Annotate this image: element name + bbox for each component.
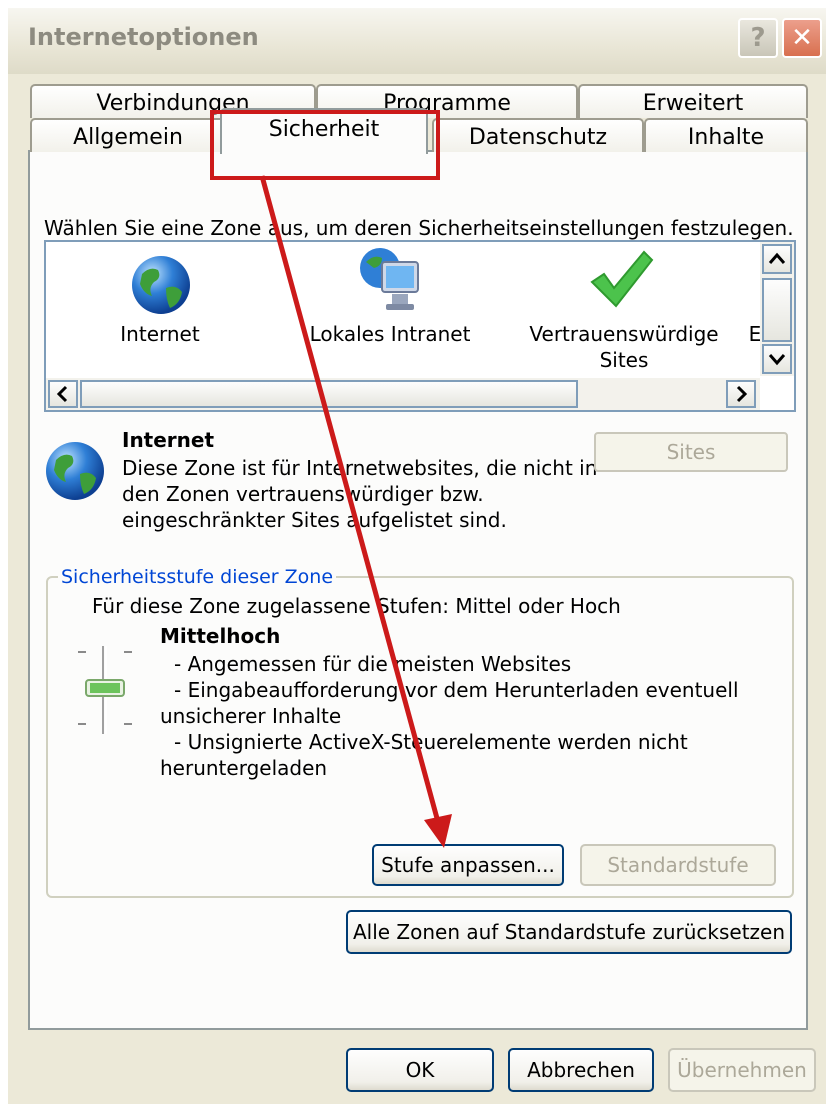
scroll-thumb[interactable] xyxy=(762,278,792,342)
sites-button[interactable]: Sites xyxy=(594,432,788,472)
zone-trusted[interactable] xyxy=(588,248,654,310)
scroll-down-button[interactable] xyxy=(762,344,792,374)
checkmark-icon xyxy=(590,250,654,308)
zone-label-intranet: Lokales Intranet xyxy=(309,322,471,346)
slider-track-icon xyxy=(78,646,132,734)
window-title: Internetoptionen xyxy=(28,23,259,51)
level-name: Mittelhoch xyxy=(160,624,281,648)
zone-description-line: Diese Zone ist für Internetwebsites, die… xyxy=(122,456,598,480)
level-bullet: - Unsignierte ActiveX-Steuerelemente wer… xyxy=(174,730,688,754)
intranet-icon xyxy=(360,248,419,310)
tab-datenschutz[interactable]: Datenschutz xyxy=(432,118,644,152)
zone-label-trusted-line1: Vertrauenswürdige xyxy=(529,322,719,346)
security-level-group-label: Sicherheitsstufe dieser Zone xyxy=(58,566,337,588)
arrow-up-icon xyxy=(768,252,786,264)
zone-description-line: den Zonen vertrauenswürdiger bzw. xyxy=(122,482,484,506)
ok-button[interactable]: OK xyxy=(346,1048,494,1092)
level-bullet: unsicherer Inhalte xyxy=(160,704,342,728)
scroll-right-button[interactable] xyxy=(726,380,756,408)
arrow-left-icon xyxy=(56,385,68,403)
question-icon: ? xyxy=(750,23,766,53)
tab-allgemein[interactable]: Allgemein xyxy=(30,118,226,152)
globe-icon xyxy=(132,256,190,314)
zone-label-trusted-line2: Sites xyxy=(599,348,649,372)
zone-name: Internet xyxy=(122,428,215,452)
default-level-button[interactable]: Standardstufe xyxy=(580,844,776,886)
tab-inhalte[interactable]: Inhalte xyxy=(644,118,808,152)
close-icon: ✕ xyxy=(791,23,813,53)
security-level-slider[interactable] xyxy=(70,640,140,740)
cancel-button[interactable]: Abbrechen xyxy=(508,1048,654,1092)
custom-level-button[interactable]: Stufe anpassen... xyxy=(372,844,564,886)
arrow-right-icon xyxy=(736,385,748,403)
zone-label-internet: Internet xyxy=(120,322,200,346)
zone-instruction: Wählen Sie eine Zone aus, um deren Siche… xyxy=(44,216,794,240)
zone-intranet[interactable] xyxy=(356,244,426,316)
allowed-levels: Für diese Zone zugelassene Stufen: Mitte… xyxy=(92,594,621,618)
scroll-up-button[interactable] xyxy=(762,244,792,274)
scroll-thumb-horizontal[interactable] xyxy=(80,380,578,408)
level-bullet: - Angemessen für die meisten Websites xyxy=(174,652,572,676)
annotation-highlight-box xyxy=(210,110,440,180)
level-bullet: heruntergeladen xyxy=(160,756,328,780)
zone-internet[interactable] xyxy=(130,254,192,316)
close-button[interactable]: ✕ xyxy=(782,18,822,58)
level-bullet: - Eingabeaufforderung vor dem Herunterla… xyxy=(174,678,739,702)
zone-description-line: eingeschränkter Sites aufgelistet sind. xyxy=(122,508,507,532)
tab-erweitert[interactable]: Erweitert xyxy=(578,84,808,118)
reset-all-zones-button[interactable]: Alle Zonen auf Standardstufe zurücksetze… xyxy=(346,910,792,954)
help-button[interactable]: ? xyxy=(738,18,778,58)
arrow-down-icon xyxy=(768,354,786,366)
apply-button[interactable]: Übernehmen xyxy=(668,1048,816,1092)
globe-icon xyxy=(44,440,106,502)
scroll-left-button[interactable] xyxy=(48,380,78,408)
